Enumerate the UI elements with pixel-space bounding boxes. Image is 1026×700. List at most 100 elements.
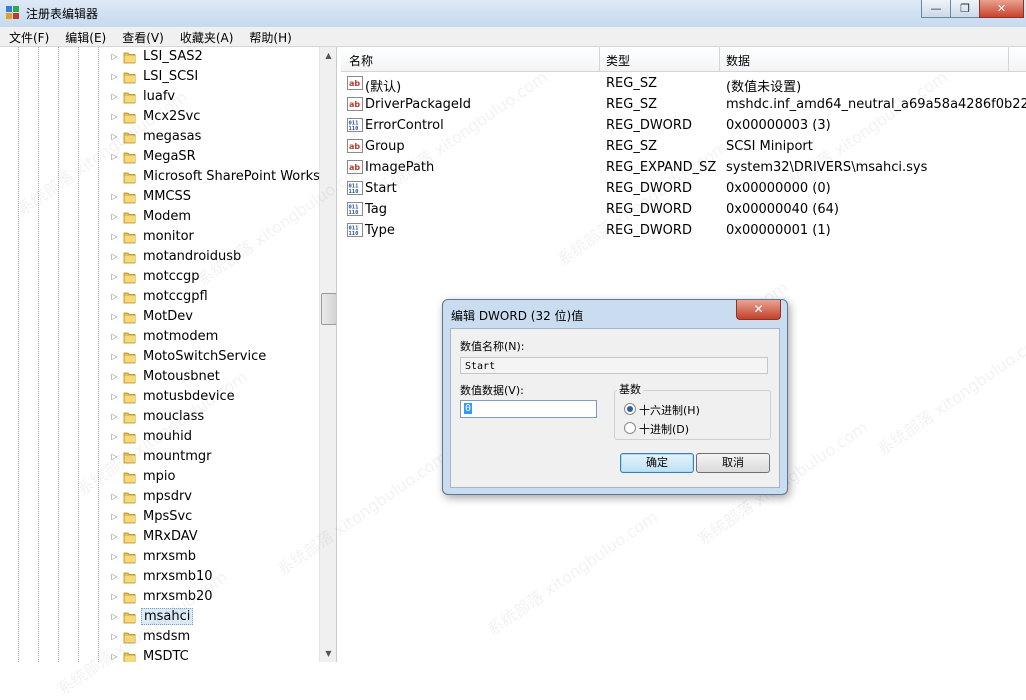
scroll-up-arrow-icon[interactable]: ▲: [320, 47, 336, 64]
expand-arrow-icon[interactable]: ▷: [110, 71, 119, 82]
tree-item[interactable]: ▷ LSI_SCSI: [0, 67, 319, 87]
tree-item[interactable]: Microsoft SharePoint Workspa: [0, 167, 336, 187]
expand-arrow-icon[interactable]: ▷: [110, 411, 119, 422]
expand-arrow-icon[interactable]: ▷: [110, 591, 119, 602]
menu-file[interactable]: 文件(F): [0, 27, 56, 46]
tree-item[interactable]: ▷ msahci: [0, 607, 319, 627]
tree-item[interactable]: ▷ MSDTC: [0, 647, 319, 662]
expand-arrow-icon[interactable]: ▷: [110, 571, 119, 582]
expand-arrow-icon[interactable]: ▷: [110, 251, 119, 262]
expand-arrow-icon[interactable]: ▷: [110, 531, 119, 542]
tree-item[interactable]: ▷ Mcx2Svc: [0, 107, 319, 127]
column-divider[interactable]: [719, 47, 720, 71]
tree-item[interactable]: ▷ MotDev: [0, 307, 319, 327]
scroll-down-arrow-icon[interactable]: ▼: [320, 645, 336, 662]
ok-button[interactable]: 确定: [620, 453, 694, 473]
tree-item[interactable]: ▷ LSI_SAS2: [0, 47, 319, 67]
expand-arrow-icon[interactable]: ▷: [110, 451, 119, 462]
tree-item[interactable]: ▷ MotoSwitchService: [0, 347, 319, 367]
value-row[interactable]: ab Group REG_SZ SCSI Miniport: [341, 136, 1026, 157]
expand-arrow-icon[interactable]: ▷: [110, 311, 119, 322]
expand-arrow-icon[interactable]: ▷: [110, 91, 119, 102]
expand-arrow-icon[interactable]: ▷: [110, 151, 119, 162]
column-name-header[interactable]: 名称: [349, 52, 373, 69]
tree-item[interactable]: ▷ motusbdevice: [0, 387, 319, 407]
expand-arrow-icon[interactable]: ▷: [110, 191, 119, 202]
tree-item[interactable]: ▷ motccgpfl: [0, 287, 319, 307]
value-data: 0x00000040 (64): [726, 202, 839, 217]
expand-arrow-icon[interactable]: ▷: [110, 231, 119, 242]
scroll-thumb[interactable]: [321, 293, 336, 325]
tree-item[interactable]: ▷ mrxsmb10: [0, 567, 319, 587]
tree-item[interactable]: ▷ monitor: [0, 227, 319, 247]
dialog-close-button[interactable]: ✕: [736, 300, 781, 320]
tree-item[interactable]: ▷ Motousbnet: [0, 367, 319, 387]
value-data-input[interactable]: 0: [460, 400, 597, 418]
expand-arrow-icon[interactable]: ▷: [110, 511, 119, 522]
tree-scrollbar[interactable]: ▲ ▼: [319, 47, 336, 662]
value-row[interactable]: 011 110 ErrorControl REG_DWORD 0x00000003 (3…: [341, 115, 1026, 136]
tree-item[interactable]: ▷ mouhid: [0, 427, 319, 447]
menu-view[interactable]: 查看(V): [113, 27, 171, 46]
column-data-header[interactable]: 数据: [726, 52, 750, 69]
column-type-header[interactable]: 类型: [606, 52, 630, 69]
tree-item[interactable]: ▷ megasas: [0, 127, 319, 147]
expand-arrow-icon[interactable]: ▷: [110, 51, 119, 62]
tree-item[interactable]: ▷ luafv: [0, 87, 319, 107]
expand-arrow-icon[interactable]: ▷: [110, 291, 119, 302]
expand-arrow-icon[interactable]: ▷: [110, 371, 119, 382]
folder-icon: [123, 312, 136, 324]
minimize-button[interactable]: —: [921, 0, 951, 18]
value-row[interactable]: 011 110 Tag REG_DWORD 0x00000040 (64): [341, 199, 1026, 220]
close-button[interactable]: ✕: [979, 0, 1024, 18]
tree-item-label: mrxsmb10: [143, 569, 213, 584]
expand-arrow-icon[interactable]: ▷: [110, 391, 119, 402]
menu-help[interactable]: 帮助(H): [240, 27, 298, 46]
minimize-icon: —: [930, 2, 942, 15]
tree-item[interactable]: ▷ MpsSvc: [0, 507, 319, 527]
value-row[interactable]: 011 110 Start REG_DWORD 0x00000000 (0): [341, 178, 1026, 199]
hex-radio[interactable]: [624, 403, 636, 415]
registry-tree[interactable]: ▷ LSI_SAS2 ▷ LSI_SCSI ▷ luafv ▷ Mcx2Svc ▷ megasas…: [0, 47, 337, 662]
tree-item[interactable]: ▷ mouclass: [0, 407, 319, 427]
tree-item[interactable]: ▷ msdsm: [0, 627, 319, 647]
tree-item[interactable]: ▷ MMCSS: [0, 187, 319, 207]
expand-arrow-icon[interactable]: ▷: [110, 651, 119, 662]
cancel-button[interactable]: 取消: [696, 453, 770, 473]
expand-arrow-icon[interactable]: ▷: [110, 351, 119, 362]
decimal-radio[interactable]: [624, 422, 636, 434]
tree-item[interactable]: ▷ motmodem: [0, 327, 319, 347]
value-row[interactable]: 011 110 Type REG_DWORD 0x00000001 (1): [341, 220, 1026, 241]
expand-arrow-icon[interactable]: ▷: [110, 331, 119, 342]
tree-item[interactable]: ▷ MRxDAV: [0, 527, 319, 547]
expand-arrow-icon[interactable]: ▷: [110, 611, 119, 622]
tree-item[interactable]: ▷ Modem: [0, 207, 319, 227]
maximize-button[interactable]: ❐: [950, 0, 980, 18]
value-row[interactable]: ab DriverPackageId REG_SZ mshdc.inf_amd64_n…: [341, 94, 1026, 115]
expand-arrow-icon[interactable]: ▷: [110, 271, 119, 282]
column-divider[interactable]: [599, 47, 600, 71]
value-row[interactable]: ab ImagePath REG_EXPAND_SZ system32\DRIVERS…: [341, 157, 1026, 178]
decimal-radio-label[interactable]: 十进制(D): [639, 421, 689, 437]
tree-item[interactable]: mpio: [0, 467, 319, 487]
tree-item[interactable]: ▷ mpsdrv: [0, 487, 319, 507]
tree-item[interactable]: ▷ MegaSR: [0, 147, 319, 167]
value-row[interactable]: ab (默认) REG_SZ (数值未设置): [341, 73, 1026, 95]
tree-item[interactable]: ▷ motandroidusb: [0, 247, 319, 267]
tree-item[interactable]: ▷ mrxsmb: [0, 547, 319, 567]
folder-icon: [123, 372, 136, 384]
hex-radio-label[interactable]: 十六进制(H): [639, 402, 700, 418]
expand-arrow-icon[interactable]: ▷: [110, 431, 119, 442]
tree-item[interactable]: ▷ motccgp: [0, 267, 319, 287]
tree-item[interactable]: ▷ mountmgr: [0, 447, 319, 467]
expand-arrow-icon[interactable]: ▷: [110, 491, 119, 502]
expand-arrow-icon[interactable]: ▷: [110, 131, 119, 142]
expand-arrow-icon[interactable]: ▷: [110, 631, 119, 642]
menu-favorites[interactable]: 收藏夹(A): [171, 27, 241, 46]
expand-arrow-icon[interactable]: ▷: [110, 551, 119, 562]
expand-arrow-icon[interactable]: ▷: [110, 111, 119, 122]
menu-edit[interactable]: 编辑(E): [56, 27, 113, 46]
expand-arrow-icon[interactable]: ▷: [110, 211, 119, 222]
column-divider[interactable]: [1008, 47, 1009, 71]
tree-item[interactable]: ▷ mrxsmb20: [0, 587, 319, 607]
